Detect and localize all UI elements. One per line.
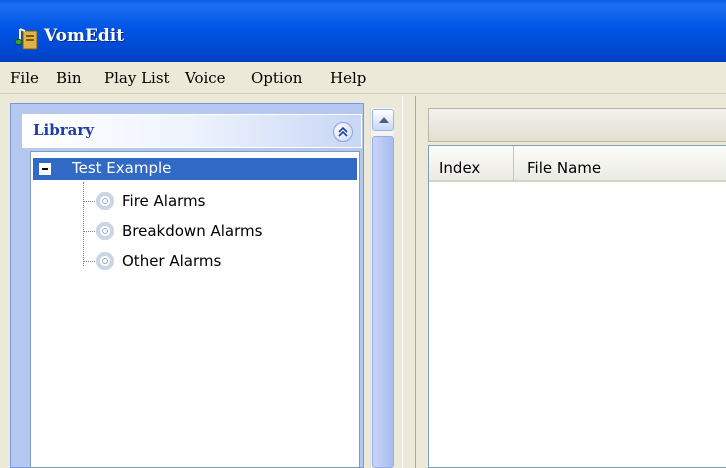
tree-node-label: Other Alarms: [122, 252, 222, 270]
menu-help[interactable]: Help: [330, 69, 366, 87]
menu-voice[interactable]: Voice: [185, 69, 226, 87]
tree-node-breakdown-alarms[interactable]: Breakdown Alarms: [83, 220, 353, 242]
tree-connector: [83, 231, 95, 232]
library-tree: Test Example Fire Alarms Breakdown Alarm…: [30, 151, 360, 468]
scrollbar-thumb[interactable]: [372, 136, 394, 468]
tree-node-label: Fire Alarms: [122, 192, 206, 210]
column-header-index[interactable]: Index: [429, 146, 514, 182]
scroll-up-arrow-icon[interactable]: [372, 109, 394, 131]
file-list: Index File Name: [428, 145, 726, 468]
vertical-scrollbar[interactable]: [370, 108, 394, 468]
title-bar[interactable]: VomEdit: [0, 0, 726, 62]
library-title: Library: [33, 121, 94, 139]
menu-play-list[interactable]: Play List: [104, 69, 170, 87]
menu-bin[interactable]: Bin: [56, 69, 81, 87]
tree-node-fire-alarms[interactable]: Fire Alarms: [83, 190, 353, 212]
list-toolbar: [428, 108, 726, 142]
list-header: Index File Name: [429, 146, 726, 182]
library-header[interactable]: Library: [22, 114, 362, 148]
tree-connector: [83, 261, 95, 262]
disc-icon: [96, 192, 114, 210]
column-header-file-name[interactable]: File Name: [515, 146, 726, 182]
tree-node-test-example[interactable]: Test Example: [33, 158, 357, 180]
menu-bar: File Bin Play List Voice Option Help: [0, 62, 726, 94]
tree-connector: [83, 201, 95, 202]
double-chevron-up-icon: [338, 126, 348, 137]
collapse-button[interactable]: [333, 122, 353, 142]
menu-option[interactable]: Option: [251, 69, 302, 87]
disc-icon: [96, 222, 114, 240]
tree-node-label: Breakdown Alarms: [122, 222, 263, 240]
tree-node-label: Test Example: [72, 159, 172, 177]
panel-splitter[interactable]: [402, 96, 416, 468]
disc-icon: [96, 252, 114, 270]
menu-file[interactable]: File: [10, 69, 39, 87]
app-music-icon: [14, 28, 38, 50]
window-title: VomEdit: [44, 26, 125, 46]
collapse-minus-icon[interactable]: [39, 163, 51, 175]
tree-node-other-alarms[interactable]: Other Alarms: [83, 250, 353, 272]
